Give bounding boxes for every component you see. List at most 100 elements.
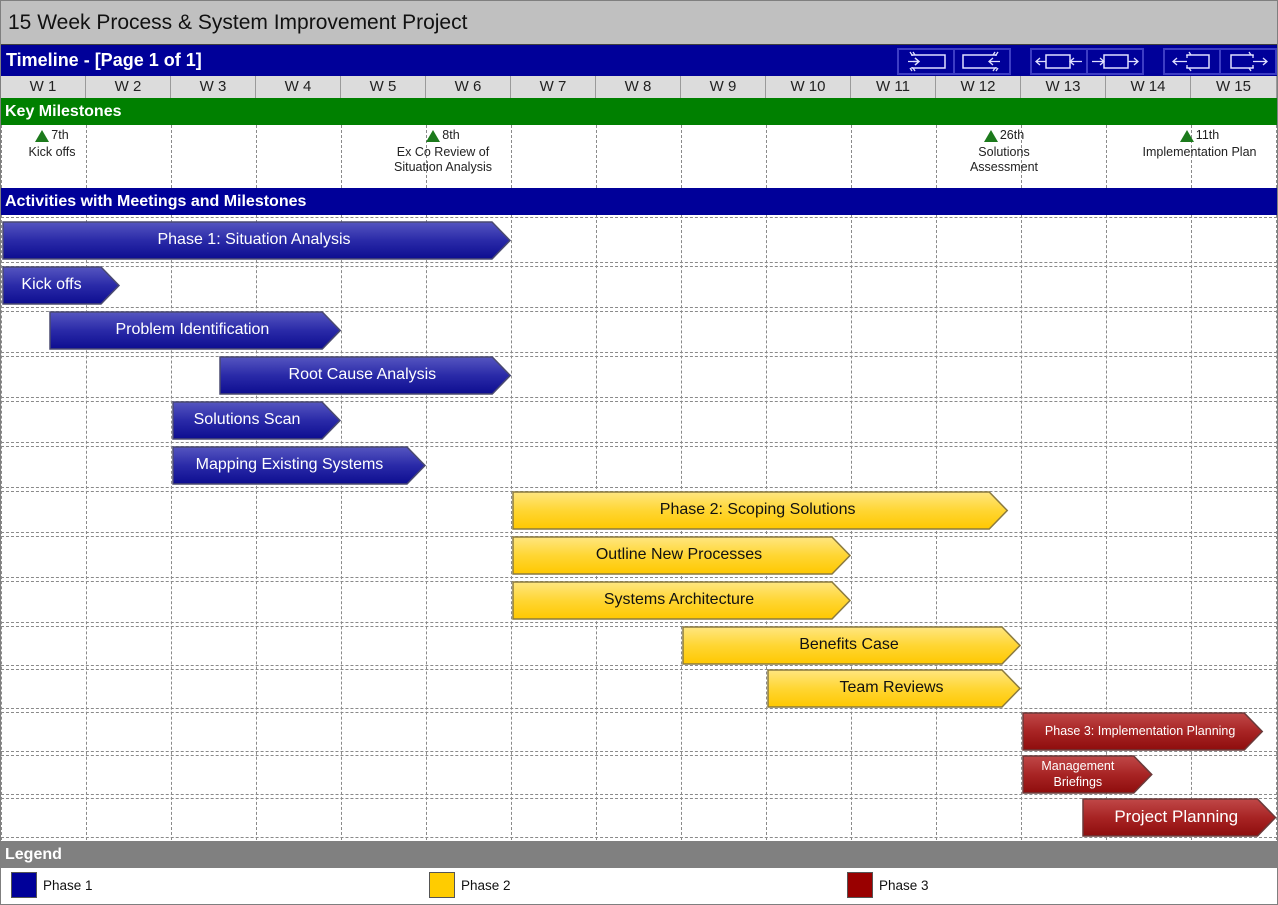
project-title: 15 Week Process & System Improvement Pro… <box>8 11 468 34</box>
legend-label: Phase 1 <box>43 877 93 893</box>
activity-label: Root Cause Analysis <box>288 366 437 383</box>
milestone-head: 26th <box>944 128 1064 143</box>
move-left-button[interactable] <box>1031 49 1087 74</box>
collapse-left-icon <box>908 51 946 72</box>
grid-line <box>171 215 172 840</box>
grid-line <box>256 215 257 840</box>
grid-line <box>86 215 87 840</box>
grid-line <box>426 215 427 840</box>
milestone-date: 8th <box>442 128 460 142</box>
milestone[interactable]: 7th Kick offs <box>0 128 112 160</box>
week-column-header: W 9 <box>681 76 766 98</box>
activity-bar[interactable]: Problem Identification <box>49 311 342 350</box>
title-bar: 15 Week Process & System Improvement Pro… <box>1 1 1277 45</box>
activity-label: Management Briefings <box>1041 759 1115 789</box>
milestone-triangle-icon <box>983 129 998 142</box>
row-separator <box>1 356 1277 357</box>
row-separator <box>1 626 1277 627</box>
activity-label: Project Planning <box>1114 807 1239 826</box>
activities-header: Activities with Meetings and Milestones <box>1 188 1277 215</box>
milestone-label: Solutions Assessment <box>969 145 1039 174</box>
activity-bar[interactable]: Team Reviews <box>767 669 1022 708</box>
shrink-left-button[interactable] <box>898 49 954 74</box>
move-group <box>1030 48 1144 75</box>
grid-line <box>1276 215 1277 840</box>
activity-bar[interactable]: Project Planning <box>1081 798 1277 837</box>
grid-line <box>1276 125 1277 188</box>
grid-line <box>256 125 257 188</box>
move-right-button[interactable] <box>1087 49 1143 74</box>
milestone[interactable]: 8th Ex Co Review of Situation Analysis <box>383 128 503 175</box>
activity-label: Phase 3: Implementation Planning <box>1044 724 1236 738</box>
grid-line <box>766 125 767 188</box>
row-separator <box>1 622 1277 623</box>
week-column-header: W 15 <box>1191 76 1277 98</box>
activity-label: Phase 1: Situation Analysis <box>157 231 351 248</box>
activity-bar[interactable]: Solutions Scan <box>172 401 342 440</box>
milestone-head: 11th <box>1140 128 1260 143</box>
activity-bar[interactable]: Mapping Existing Systems <box>172 446 427 485</box>
row-separator <box>1 487 1277 488</box>
legend-label: Phase 3 <box>879 877 929 893</box>
key-milestones-header: Key Milestones <box>1 98 1277 125</box>
week-column-header: W 3 <box>171 76 256 98</box>
week-column-header: W 2 <box>86 76 171 98</box>
milestone-label: Ex Co Review of Situation Analysis <box>394 145 492 174</box>
phase-1-swatch <box>11 872 37 898</box>
activity-label: Phase 2: Scoping Solutions <box>659 501 856 518</box>
expand-right-icon <box>1230 51 1268 72</box>
activities-grid: Phase 1: Situation Analysis Kick offs Prob… <box>1 215 1277 842</box>
legend-header: Legend <box>1 841 1277 868</box>
grid-line <box>341 215 342 840</box>
activity-label: Solutions Scan <box>193 411 301 428</box>
legend: Phase 1 Phase 2 Phase 3 <box>1 868 1277 903</box>
milestone[interactable]: 26th Solutions Assessment <box>944 128 1064 175</box>
milestone-triangle-icon <box>1179 129 1194 142</box>
expand-right-button[interactable] <box>1220 49 1276 74</box>
row-separator <box>1 262 1277 263</box>
expand-left-button[interactable] <box>1164 49 1220 74</box>
milestone[interactable]: 11th Implementation Plan <box>1140 128 1260 160</box>
milestone-head: 8th <box>383 128 503 143</box>
activity-bar[interactable]: Benefits Case <box>682 626 1022 665</box>
week-column-header: W 6 <box>426 76 511 98</box>
week-column-header: W 12 <box>936 76 1021 98</box>
milestone-date: 7th <box>51 128 69 142</box>
grid-line <box>936 125 937 188</box>
week-column-header: W 11 <box>851 76 936 98</box>
phase-3-swatch <box>847 872 873 898</box>
legend-label: Phase 2 <box>461 877 511 893</box>
activity-bar[interactable]: Phase 2: Scoping Solutions <box>512 491 1009 530</box>
shrink-group <box>897 48 1011 75</box>
row-separator <box>1 352 1277 353</box>
grid-line <box>1 215 2 840</box>
week-column-header: W 7 <box>511 76 596 98</box>
activity-bar[interactable]: Systems Architecture <box>512 581 852 620</box>
shrink-right-button[interactable] <box>954 49 1010 74</box>
milestone-triangle-icon <box>35 129 50 142</box>
activity-bar[interactable]: Root Cause Analysis <box>219 356 512 395</box>
key-milestones-title: Key Milestones <box>5 103 122 120</box>
row-separator <box>1 307 1277 308</box>
grid-line <box>341 125 342 188</box>
milestone-label: Kick offs <box>28 145 76 159</box>
activity-bar[interactable]: Kick offs <box>2 266 121 305</box>
activity-label: Team Reviews <box>839 679 944 696</box>
week-column-header: W 10 <box>766 76 851 98</box>
timeline-header: Timeline - [Page 1 of 1] <box>1 45 1277 76</box>
row-separator <box>1 665 1277 666</box>
activity-bar[interactable]: Outline New Processes <box>512 536 852 575</box>
milestone-date: 11th <box>1195 128 1220 142</box>
week-header-row: W 1W 2W 3W 4W 5W 6W 7W 8W 9W 10 W 11 W 12 W… <box>1 76 1277 99</box>
activity-label: Problem Identification <box>115 321 270 338</box>
grid-line <box>596 125 597 188</box>
activity-bar[interactable]: Phase 1: Situation Analysis <box>2 221 512 260</box>
row-separator <box>1 397 1277 398</box>
week-column-header: W 13 <box>1021 76 1106 98</box>
activity-label: Systems Architecture <box>603 591 755 608</box>
grid-line <box>511 125 512 188</box>
activity-bar[interactable]: Phase 3: Implementation Planning <box>1022 712 1264 751</box>
shift-right-icon <box>1092 54 1139 69</box>
activity-bar[interactable]: Management Briefings <box>1022 755 1153 794</box>
week-column-header: W 1 <box>1 76 86 98</box>
